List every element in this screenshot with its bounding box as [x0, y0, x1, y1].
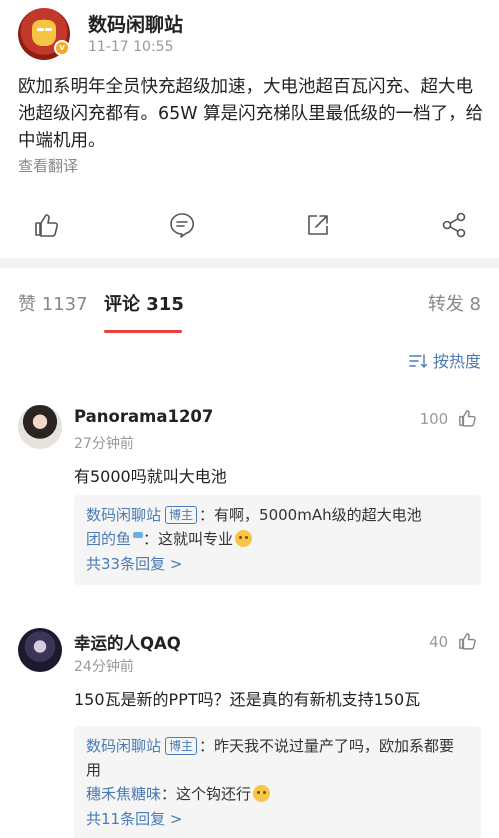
- thumbs-up-icon: [35, 214, 59, 237]
- reply-line: 团的鱼 ：这就叫专业: [86, 527, 467, 551]
- share-icon: [442, 212, 466, 238]
- comment-time: 27分钟前: [74, 436, 134, 452]
- reply-text: ：这就叫专业: [143, 530, 234, 548]
- reply-line: 数码闲聊站 博主 ：昨天我不说过量产了吗，欧加系都要用: [86, 734, 467, 782]
- reply-author[interactable]: 团的鱼: [86, 530, 131, 548]
- reply-text: ：这个钩还行: [161, 785, 252, 803]
- comment-icon: [170, 213, 195, 238]
- doge-emoji-icon: [235, 530, 253, 547]
- avatar-eye-right: [45, 28, 52, 31]
- sort-by-hot-button[interactable]: 按热度: [409, 348, 481, 372]
- active-tab-indicator: [104, 330, 182, 333]
- ironman-mask-icon: [32, 20, 56, 46]
- repost-button[interactable]: [304, 211, 332, 239]
- reply-author[interactable]: 数码闲聊站: [86, 737, 161, 755]
- post-action-bar: [0, 205, 499, 245]
- comment-time: 24分钟前: [74, 659, 134, 675]
- avatar-eye-left: [37, 28, 44, 31]
- engagement-tabs: 赞 1137 评论 315 转发 8: [0, 268, 499, 338]
- comment-text: 有5000吗就叫大电池: [74, 467, 227, 486]
- repost-icon: [308, 215, 328, 235]
- translate-link[interactable]: 查看翻译: [18, 155, 78, 176]
- commenter-name[interactable]: 幸运的人QAQ: [74, 630, 181, 654]
- post-time: 11-17 10:55: [88, 39, 174, 55]
- reply-line: 数码闲聊站 博主 ：有啊，5000mAh级的超大电池: [86, 503, 467, 527]
- tab-reposts[interactable]: 转发 8: [428, 290, 481, 316]
- reply-line: 穗禾焦糖味：这个钩还行: [86, 782, 467, 806]
- reply-author[interactable]: 数码闲聊站: [86, 506, 161, 524]
- doge-emoji-icon: [253, 785, 271, 802]
- comment-button[interactable]: [168, 211, 196, 239]
- tab-likes[interactable]: 赞 1137: [18, 290, 88, 316]
- author-name[interactable]: 数码闲聊站: [88, 10, 183, 37]
- weibo-post: v 数码闲聊站 11-17 10:55 欧加系明年全员快充超级加速，大电池超百瓦…: [0, 0, 499, 258]
- view-all-replies-link[interactable]: 共33条回复 >: [86, 551, 467, 577]
- comment-like-button[interactable]: 100: [420, 408, 477, 428]
- reply-text: ：有啊，5000mAh级的超大电池: [199, 506, 422, 524]
- tab-comments[interactable]: 评论 315: [104, 290, 184, 316]
- commenter-name[interactable]: Panorama1207: [74, 407, 213, 426]
- view-all-replies-link[interactable]: 共11条回复 >: [86, 806, 467, 832]
- like-button[interactable]: [32, 211, 60, 239]
- blogger-tag: 博主: [165, 737, 198, 755]
- commenter-avatar[interactable]: [18, 405, 62, 449]
- comment-like-count: 40: [429, 633, 449, 651]
- sort-icon: [409, 354, 427, 368]
- sort-label: 按热度: [432, 352, 481, 371]
- reply-author[interactable]: 穗禾焦糖味: [86, 785, 161, 803]
- thumbs-up-icon: [459, 633, 476, 650]
- verified-badge-icon: v: [54, 40, 70, 56]
- comment-text: 150瓦是新的PPT吗？还是真的有新机支持150瓦: [74, 690, 421, 709]
- section-divider: [0, 258, 499, 268]
- share-button[interactable]: [440, 211, 468, 239]
- blogger-tag: 博主: [165, 506, 198, 524]
- reply-preview-box: 数码闲聊站 博主 ：有啊，5000mAh级的超大电池 团的鱼 ：这就叫专业 共33条回…: [74, 495, 481, 585]
- post-content: 欧加系明年全员快充超级加速，大电池超百瓦闪充、超大电池超级闪充都有。65W 算是…: [18, 77, 484, 151]
- comment-like-count: 100: [419, 410, 449, 428]
- thumbs-up-icon: [459, 410, 476, 427]
- reply-preview-box: 数码闲聊站 博主 ：昨天我不说过量产了吗，欧加系都要用 穗禾焦糖味：这个钩还行 共1…: [74, 726, 481, 838]
- comment-like-button[interactable]: 40: [429, 631, 477, 651]
- member-badge-icon: [133, 532, 144, 538]
- commenter-avatar[interactable]: [18, 628, 62, 672]
